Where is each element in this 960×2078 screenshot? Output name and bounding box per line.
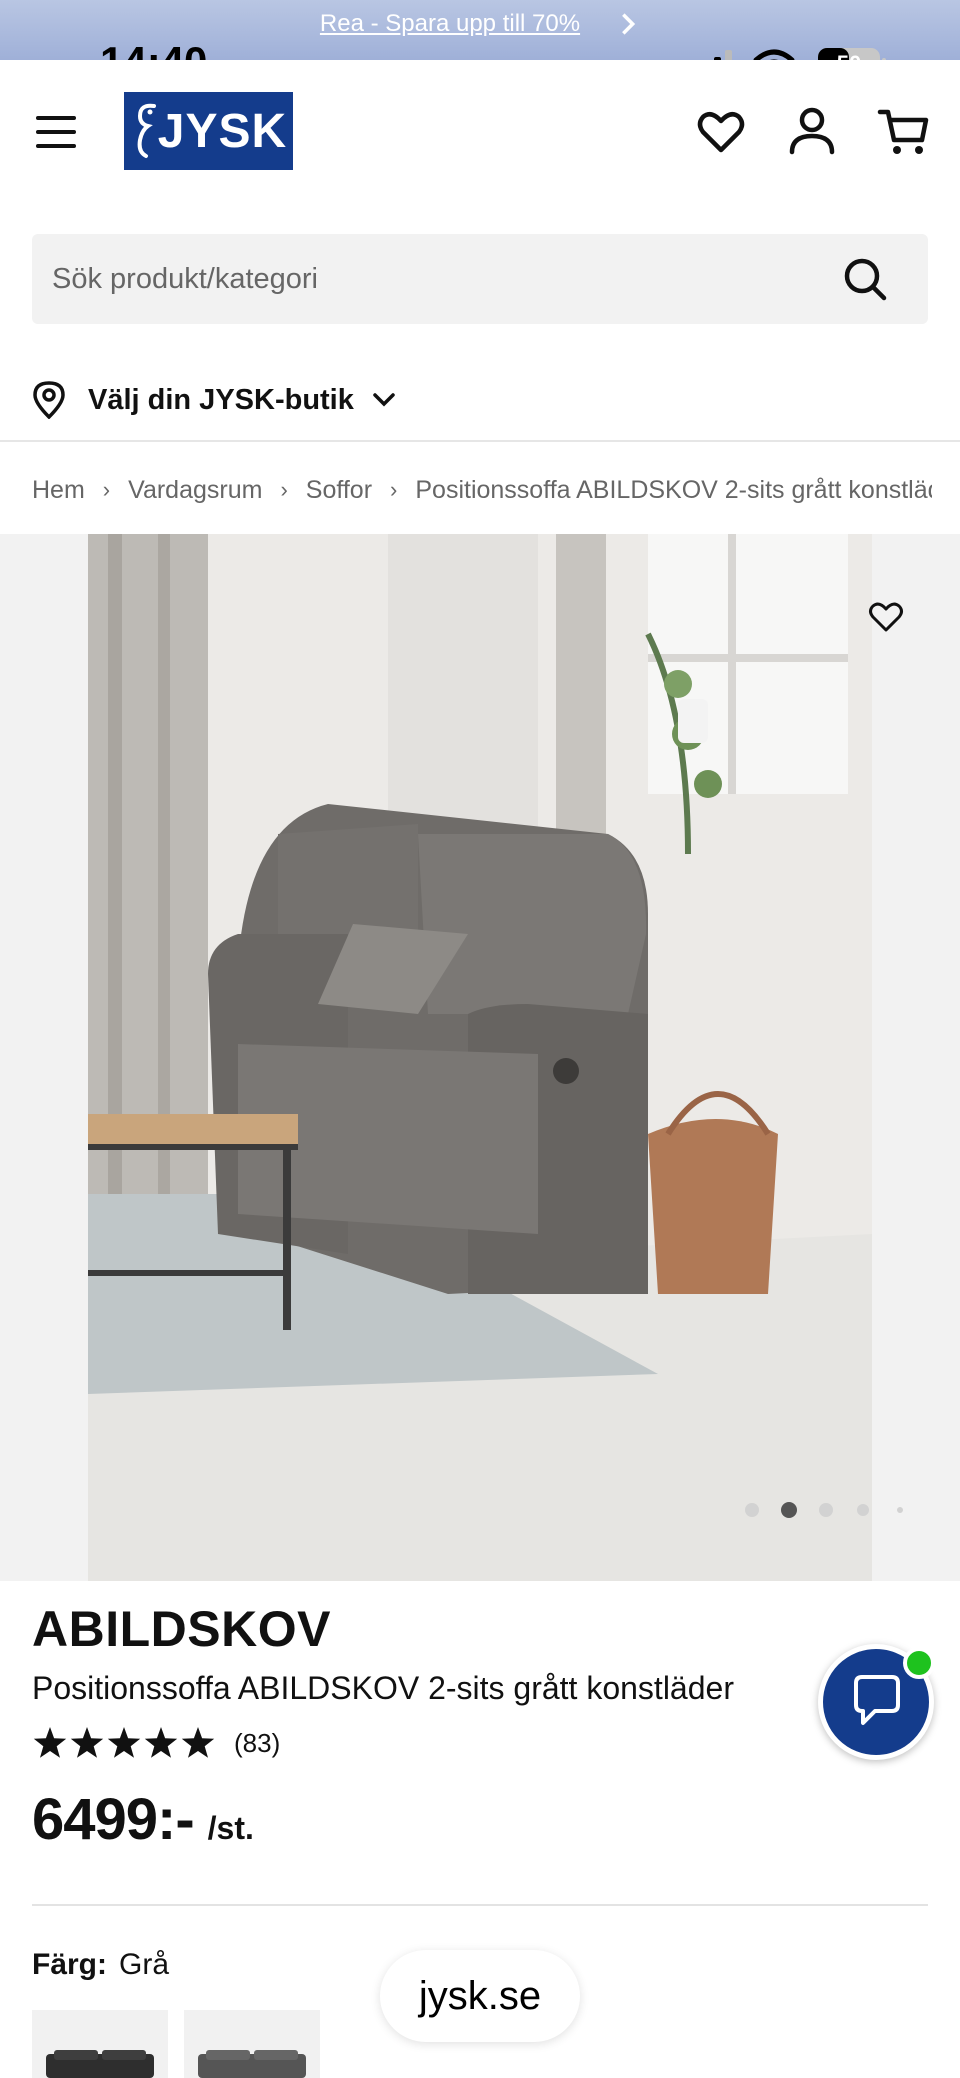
color-swatch[interactable] bbox=[184, 2010, 320, 2078]
breadcrumb-separator-icon: › bbox=[390, 477, 398, 502]
product-brand: ABILDSKOV bbox=[32, 1601, 331, 1657]
color-label: Färg: bbox=[32, 1948, 107, 1981]
search-input[interactable] bbox=[52, 234, 832, 324]
breadcrumb: Hem › Vardagsrum › Soffor › Positionssof… bbox=[32, 470, 932, 510]
search-icon[interactable] bbox=[842, 256, 888, 302]
star-icon bbox=[70, 1727, 104, 1758]
add-to-wishlist-heart-icon[interactable] bbox=[866, 596, 906, 636]
product-price: 6499:- /st. bbox=[32, 1786, 254, 1853]
site-header: JYSK bbox=[0, 60, 960, 210]
breadcrumb-living-room[interactable]: Vardagsrum bbox=[128, 476, 262, 505]
color-value: Grå bbox=[119, 1948, 170, 1981]
browser-url-bar[interactable]: jysk.se bbox=[380, 1950, 580, 2042]
gallery-dot[interactable] bbox=[745, 1503, 759, 1517]
star-icon bbox=[181, 1727, 215, 1758]
star-icon bbox=[33, 1727, 67, 1758]
price-unit: /st. bbox=[207, 1810, 254, 1846]
breadcrumb-separator-icon: › bbox=[280, 477, 288, 502]
color-swatch[interactable] bbox=[32, 2010, 168, 2078]
account-icon[interactable] bbox=[784, 104, 840, 160]
goose-logo-icon bbox=[137, 103, 156, 158]
location-pin-icon bbox=[33, 381, 65, 419]
promo-link[interactable]: Rea - Spara upp till 70% bbox=[0, 10, 900, 38]
product-image bbox=[88, 534, 872, 1581]
product-gallery[interactable] bbox=[0, 534, 960, 1581]
cart-icon[interactable] bbox=[876, 104, 932, 160]
store-picker[interactable]: Välj din JYSK-butik bbox=[32, 370, 632, 430]
chevron-down-icon bbox=[373, 393, 395, 407]
sofa-thumbnail bbox=[198, 2050, 306, 2078]
menu-icon[interactable] bbox=[36, 114, 78, 150]
breadcrumb-current: Positionssoffa ABILDSKOV 2-sits grått ko… bbox=[415, 475, 932, 504]
color-selector: Färg: Grå bbox=[32, 1948, 169, 1982]
product-title: Positionssoffa ABILDSKOV 2-sits grått ko… bbox=[32, 1670, 734, 1706]
breadcrumb-sofas[interactable]: Soffor bbox=[306, 476, 372, 505]
online-status-dot bbox=[903, 1647, 935, 1679]
store-picker-label: Välj din JYSK-butik bbox=[88, 383, 354, 416]
sofa-thumbnail bbox=[46, 2050, 154, 2078]
breadcrumb-home[interactable]: Hem bbox=[32, 476, 85, 505]
wishlist-heart-icon[interactable] bbox=[693, 104, 749, 160]
gallery-pagination[interactable] bbox=[744, 1500, 904, 1520]
star-icon bbox=[144, 1727, 178, 1758]
gallery-dot[interactable] bbox=[897, 1507, 903, 1513]
jysk-logo[interactable]: JYSK bbox=[124, 92, 293, 170]
gallery-dot[interactable] bbox=[781, 1502, 797, 1518]
search-bar bbox=[32, 234, 928, 324]
star-icon bbox=[107, 1727, 141, 1758]
divider bbox=[32, 1904, 928, 1906]
product-rating[interactable]: (83) bbox=[32, 1722, 280, 1764]
chat-button[interactable] bbox=[818, 1644, 935, 1760]
price-value: 6499:- bbox=[32, 1787, 195, 1852]
rating-count[interactable]: (83) bbox=[234, 1728, 280, 1759]
divider bbox=[0, 440, 960, 442]
gallery-dot[interactable] bbox=[819, 1503, 833, 1517]
gallery-dot[interactable] bbox=[857, 1504, 869, 1516]
chevron-right-icon bbox=[622, 13, 636, 35]
breadcrumb-separator-icon: › bbox=[102, 477, 111, 502]
rating-stars bbox=[33, 1727, 215, 1758]
